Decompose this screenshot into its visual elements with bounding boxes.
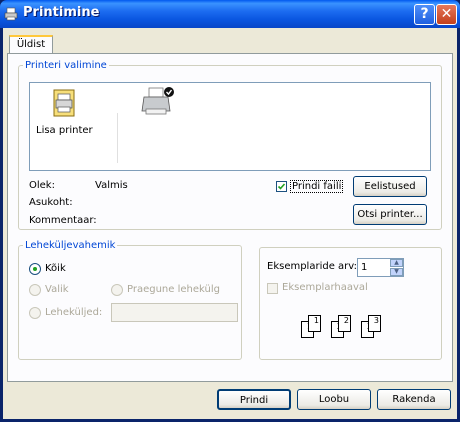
preferences-button[interactable]: Eelistused	[353, 176, 427, 197]
comment-label: Kommentaar:	[29, 215, 97, 226]
current-page-radio[interactable]	[111, 284, 123, 296]
collate-page: 3	[368, 315, 381, 332]
collate-label[interactable]: Eksemplarhaaval	[282, 282, 368, 293]
dialog-client: Üldist Printeri valimine Lisa printer Ol…	[3, 28, 457, 419]
radio-selected-dot	[33, 267, 37, 271]
collate-page: 2	[338, 315, 351, 332]
print-to-file-label[interactable]: Prindi faili	[290, 180, 344, 193]
add-printer-label: Lisa printer	[36, 125, 93, 136]
page-range-legend: Leheküljevahemik	[25, 240, 116, 251]
tab-general[interactable]: Üldist	[9, 35, 53, 53]
copies-group: Eksemplaride arv: 1 ▲ ▼ Eksemplarhaaval …	[259, 247, 442, 360]
page-range-group: Leheküljevahemik Kõik Valik Praegune leh…	[18, 240, 242, 360]
help-button[interactable]: ?	[414, 4, 435, 25]
default-printer-item[interactable]	[140, 85, 184, 125]
print-dialog-window: Printimine ? ✕ Üldist Printeri valimine …	[0, 0, 460, 422]
title-bar[interactable]: Printimine ? ✕	[0, 0, 460, 28]
checkmark-icon	[277, 183, 286, 190]
cancel-button[interactable]: Loobu	[297, 389, 371, 410]
print-icon	[4, 7, 18, 21]
close-button[interactable]: ✕	[436, 4, 457, 25]
printer-list-separator	[117, 113, 118, 163]
all-pages-label[interactable]: Kõik	[45, 263, 66, 274]
status-label: Olek:	[29, 180, 55, 191]
pages-label[interactable]: Leheküljed:	[45, 307, 102, 318]
window-title: Printimine	[23, 5, 100, 20]
copies-spinner[interactable]: ▲ ▼	[390, 259, 403, 276]
add-printer-icon	[53, 89, 75, 117]
selection-label[interactable]: Valik	[45, 284, 69, 295]
pages-input[interactable]	[111, 303, 238, 322]
default-printer-icon	[141, 87, 174, 115]
selection-radio[interactable]	[29, 284, 41, 296]
collate-page: 1	[308, 315, 321, 332]
location-label: Asukoht:	[29, 197, 73, 208]
copies-count-label: Eksemplaride arv:	[267, 261, 358, 272]
printer-list[interactable]: Lisa printer	[29, 82, 431, 171]
apply-button[interactable]: Rakenda	[377, 389, 451, 410]
spin-down-icon[interactable]: ▼	[390, 268, 403, 276]
add-printer-item[interactable]: Lisa printer	[36, 88, 96, 148]
current-page-label[interactable]: Praegune lehekülg	[127, 284, 220, 295]
status-value: Valmis	[95, 180, 128, 191]
find-printer-button[interactable]: Otsi printer...	[353, 204, 427, 225]
all-pages-radio[interactable]	[29, 263, 41, 275]
pages-radio[interactable]	[29, 307, 41, 319]
tab-panel-general: Printeri valimine Lisa printer Olek: Val…	[7, 53, 453, 382]
select-printer-group: Printeri valimine Lisa printer Olek: Val…	[18, 60, 442, 230]
print-to-file-checkbox[interactable]	[276, 181, 287, 192]
collate-checkbox[interactable]	[267, 283, 278, 294]
spin-up-icon[interactable]: ▲	[390, 259, 403, 267]
collate-illustration: 1 1 2 2 3 3	[301, 313, 401, 343]
print-button[interactable]: Prindi	[217, 389, 291, 410]
select-printer-legend: Printeri valimine	[25, 60, 107, 71]
